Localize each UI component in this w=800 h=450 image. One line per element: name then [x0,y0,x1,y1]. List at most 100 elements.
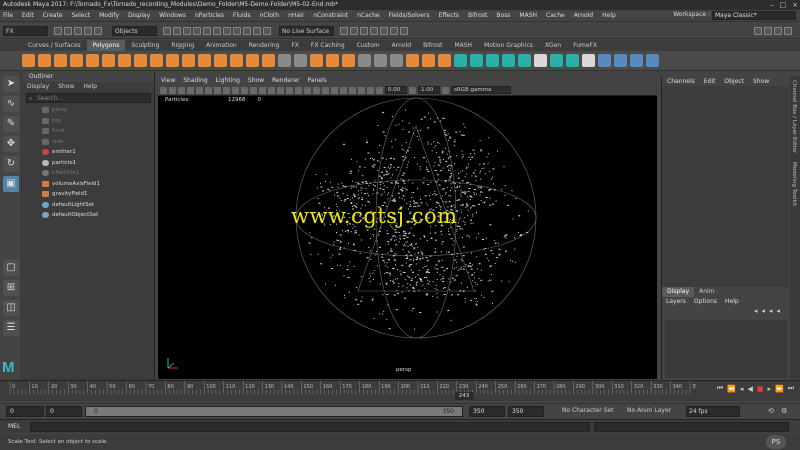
exposure-field[interactable]: 0.00 [385,86,407,94]
smooth-shade-icon[interactable] [268,86,275,94]
image-plane-icon[interactable] [187,86,194,94]
uv-shell-icon[interactable] [582,54,595,67]
shelf-tab-mash[interactable]: MASH [448,40,478,51]
outliner-item[interactable]: side [23,137,154,148]
checker-icon[interactable] [534,54,547,67]
menu-fields-solvers[interactable]: Fields/Solvers [389,12,430,19]
fps-dropdown[interactable]: 24 fps [686,406,740,417]
side-tab-channel-box[interactable]: Channel Box / Layer Editor [791,80,797,153]
resolution-gate-icon[interactable] [214,86,221,94]
shelf-tab-fx[interactable]: FX [285,40,305,51]
safe-title-icon[interactable] [250,86,257,94]
render-frame-icon[interactable] [350,26,358,35]
poly-torus-icon[interactable] [86,54,99,67]
menu-cache[interactable]: Cache [546,12,565,19]
layer-menu-options[interactable]: Options [694,298,717,305]
move-tool-icon[interactable]: ✥ [3,136,19,152]
stop-icon[interactable]: ■ [757,385,764,393]
modeling-toolkit-icon[interactable] [754,26,762,35]
xray-icon[interactable] [349,86,356,94]
command-input[interactable] [30,422,590,432]
viewport-menu-renderer[interactable]: Renderer [272,77,299,84]
poly-gear-icon[interactable] [214,54,227,67]
move-layer-down-icon[interactable]: ◂ [761,307,765,315]
layer-list[interactable] [665,320,787,378]
bridge-icon[interactable] [374,54,387,67]
channel-box-menu-show[interactable]: Show [753,78,769,85]
select-camera-icon[interactable] [160,86,167,94]
separate-icon[interactable] [294,54,307,67]
auto-key-icon[interactable]: ⟲ [768,407,774,415]
hypershade-icon[interactable] [380,26,388,35]
layer-tab-display[interactable]: Display [662,287,695,297]
camera-attributes-icon[interactable] [169,86,176,94]
close-button[interactable]: × [792,0,798,10]
poly-cube-icon[interactable] [38,54,51,67]
menu-edit[interactable]: Edit [22,12,34,19]
poly-plane-icon[interactable] [102,54,115,67]
poly-pyramid-icon[interactable] [150,54,163,67]
menu-file[interactable]: File [3,12,13,19]
motion-blur-icon[interactable] [322,86,329,94]
snap-grid-icon[interactable] [193,26,201,35]
isolate-select-icon[interactable] [340,86,347,94]
step-back-key-icon[interactable]: ⏪ [727,385,736,393]
menu-modify[interactable]: Modify [99,12,119,19]
outliner-item[interactable]: emitter1 [23,147,154,158]
layout-uv-icon[interactable] [566,54,579,67]
shelf-tab-fumefx[interactable]: FumeFX [567,40,603,51]
snap-live-icon[interactable] [243,26,251,35]
step-forward-key-icon[interactable]: ⏩ [775,385,784,393]
command-language-label[interactable]: MEL [8,423,20,430]
persp-viewport[interactable]: Particles: 12968 0 www.cgtsj.com persp [158,96,657,379]
channel-box-menu-edit[interactable]: Edit [704,78,716,85]
character-set-dropdown[interactable]: No Character Set [560,406,616,417]
outliner-item[interactable]: defaultLightSet [23,200,154,211]
snap-plane-icon[interactable] [223,26,231,35]
new-scene-icon[interactable] [54,26,62,35]
playback-end-field[interactable]: 350 [469,406,505,417]
menu-windows[interactable]: Windows [159,12,186,19]
poly-text-icon[interactable] [246,54,259,67]
boolean-icon[interactable] [326,54,339,67]
menu-bifrost[interactable]: Bifrost [468,12,487,19]
xray-components-icon[interactable] [367,86,374,94]
outliner-item[interactable]: particle1 [23,158,154,169]
move-layer-up-icon[interactable]: ◂ [754,307,758,315]
menu-nconstraint[interactable]: nConstraint [313,12,348,19]
new-empty-layer-icon[interactable]: ◂ [769,307,773,315]
shelf-tab-rendering[interactable]: Rendering [243,40,286,51]
four-pane-layout-icon[interactable]: ⊞ [3,280,19,296]
mask-component-icon[interactable] [183,26,191,35]
outliner-item[interactable]: top [23,116,154,127]
delete-history-icon[interactable] [630,54,643,67]
shelf-tab-curves-surfaces[interactable]: Curves / Surfaces [22,40,87,51]
freeze-transform-icon[interactable] [598,54,611,67]
time-slider[interactable]: 0 10 20 30 40 50 60 70 80 90 100 110 120 130 140 150 160… [0,380,800,401]
mirror-icon[interactable] [342,54,355,67]
layer-menu-layers[interactable]: Layers [666,298,686,305]
playback-start-field[interactable]: 0 [46,406,82,417]
viewport-menu-panels[interactable]: Panels [307,77,326,84]
menu-ncloth[interactable]: nCloth [260,12,280,19]
animation-start-field[interactable]: 0 [6,406,44,417]
go-to-start-icon[interactable]: ⏮ [717,384,723,393]
ipr-render-icon[interactable] [360,26,368,35]
shelf-tab-bifrost[interactable]: Bifrost [417,40,448,51]
outliner-item[interactable]: front [23,126,154,137]
outliner-menu-display[interactable]: Display [27,83,49,90]
open-scene-icon[interactable] [64,26,72,35]
channel-box-menu-object[interactable]: Object [724,78,744,85]
range-bar[interactable]: 0 350 [85,406,463,417]
tool-settings-icon[interactable] [774,26,782,35]
outliner-item[interactable]: nParticle1 [23,168,154,179]
snap-point-icon[interactable] [213,26,221,35]
poly-sphere-icon[interactable] [22,54,35,67]
selection-mode-dropdown[interactable]: Objects [112,25,157,36]
poly-pipe-icon[interactable] [182,54,195,67]
shelf-tab-sculpting[interactable]: Sculpting [125,40,165,51]
viewport-menu-view[interactable]: View [161,77,175,84]
menu-create[interactable]: Create [43,12,63,19]
outliner-item[interactable]: defaultObjectSet [23,210,154,221]
safe-action-icon[interactable] [241,86,248,94]
